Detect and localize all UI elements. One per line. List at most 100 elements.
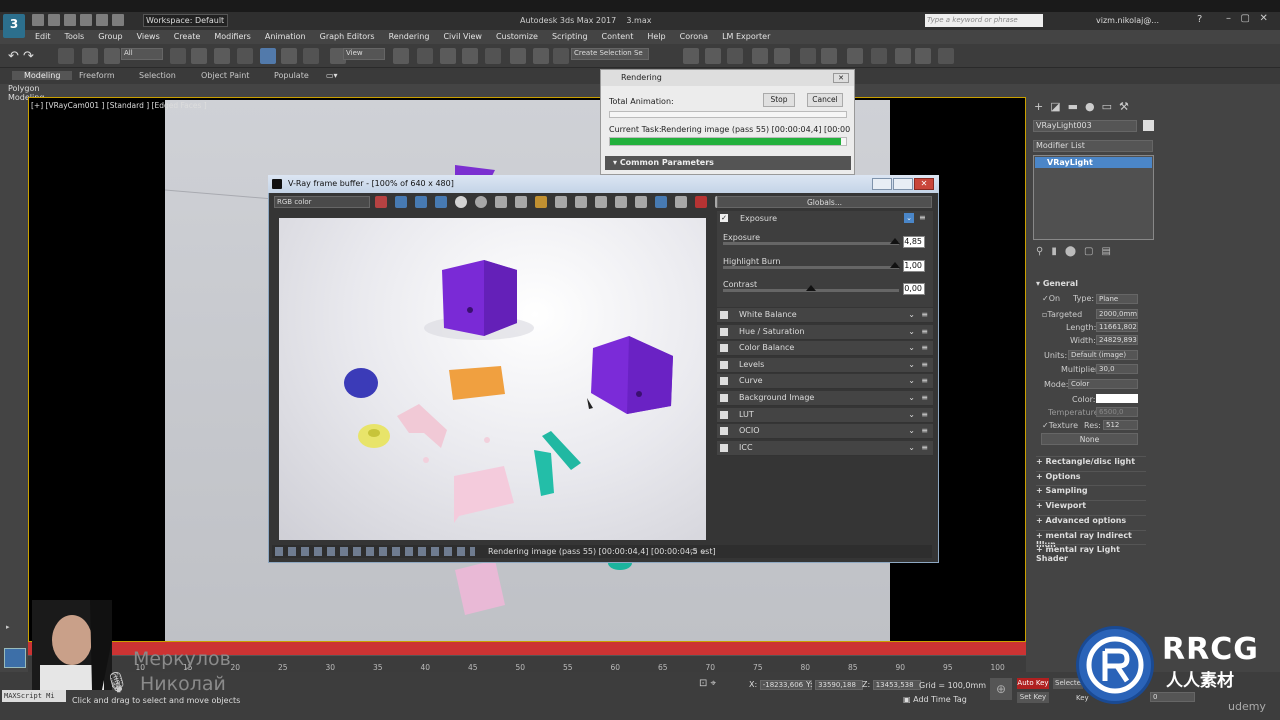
rollout-sampling[interactable]: + Sampling — [1036, 485, 1146, 495]
close-icon[interactable]: ✕ — [833, 73, 849, 83]
temperature-field[interactable]: 6500,0 — [1096, 407, 1138, 417]
exposure-row-slider[interactable] — [723, 242, 899, 245]
type-select[interactable]: Plane — [1096, 294, 1138, 304]
project-icon[interactable] — [112, 14, 124, 26]
toolbar-icon-27[interactable] — [871, 48, 887, 64]
correction-levels[interactable]: Levels ⌄ ≡ — [717, 357, 933, 373]
lock-icon[interactable]: ⊡ ⌖ — [699, 678, 716, 689]
vfb-tool-icon-5[interactable] — [475, 196, 487, 208]
menu-icon[interactable]: ≡ — [921, 310, 928, 319]
undo-icon[interactable]: ↶ ↷ — [8, 49, 34, 64]
menu-item-corona[interactable]: Corona — [673, 30, 715, 44]
globals-button[interactable]: Globals... — [717, 196, 932, 208]
ribbon-tab-freeform[interactable]: Freeform — [79, 71, 115, 80]
menu-icon[interactable]: ≡ — [921, 327, 928, 336]
toolbar-icon-19[interactable] — [683, 48, 699, 64]
toolbar-icon-8[interactable] — [281, 48, 297, 64]
menu-item-animation[interactable]: Animation — [258, 30, 313, 44]
toolbar-icon-7[interactable] — [260, 48, 276, 64]
common-parameters-rollout[interactable]: ▾ Common Parameters — [605, 156, 851, 170]
expand-icon[interactable]: ⌄ — [908, 410, 915, 419]
toolbar-icon-11[interactable] — [393, 48, 409, 64]
auto-key-button[interactable]: Auto Key — [1017, 678, 1049, 689]
vfb-tool-icon-9[interactable] — [555, 196, 567, 208]
correction-curve[interactable]: Curve ⌄ ≡ — [717, 374, 933, 390]
toolbar-icon-21[interactable] — [727, 48, 743, 64]
menu-item-group[interactable]: Group — [91, 30, 129, 44]
modifier-list[interactable]: Modifier List — [1033, 140, 1153, 152]
menu-icon[interactable]: ≡ — [921, 343, 928, 352]
vfb-status-icons[interactable] — [275, 547, 475, 556]
menu-item-edit[interactable]: Edit — [28, 30, 58, 44]
menu-icon[interactable]: ≡ — [921, 410, 928, 419]
rollout-mental-ray-light-shader[interactable]: + mental ray Light Shader — [1036, 544, 1146, 563]
menu-icon[interactable]: ≡ — [921, 376, 928, 385]
toolbar-icon-1[interactable] — [82, 48, 98, 64]
vfb-tool-icon-15[interactable] — [675, 196, 687, 208]
toolbar-icon-30[interactable] — [938, 48, 954, 64]
toolbar-icon-16[interactable] — [510, 48, 526, 64]
menu-icon[interactable]: ≡ — [921, 426, 928, 435]
correction-checkbox[interactable] — [720, 394, 728, 402]
light-color-swatch[interactable] — [1096, 394, 1138, 403]
stack-tools[interactable]: ⚲▮⬤▢▤ — [1036, 246, 1119, 257]
open-icon[interactable] — [48, 14, 60, 26]
menu-item-create[interactable]: Create — [167, 30, 208, 44]
vfb-tool-icon-12[interactable] — [615, 196, 627, 208]
object-name-field[interactable]: VRayLight003 — [1033, 120, 1137, 132]
toolbar-icon-29[interactable] — [915, 48, 931, 64]
menu-item-help[interactable]: Help — [640, 30, 672, 44]
menu-item-scripting[interactable]: Scripting — [545, 30, 595, 44]
modifier-stack-item[interactable]: VRayLight — [1035, 157, 1152, 168]
rollout-options[interactable]: + Options — [1036, 470, 1146, 481]
toolbar-icon-4[interactable] — [191, 48, 207, 64]
toolbar-icon-6[interactable] — [237, 48, 253, 64]
viewport-label[interactable]: [+] [VRayCam001 ] [Standard ] [Edged Fac… — [31, 101, 207, 110]
menu-item-modifiers[interactable]: Modifiers — [207, 30, 258, 44]
close-icon[interactable]: ✕ — [914, 178, 934, 190]
user-account[interactable]: vizm.nikolaj@... — [1096, 16, 1159, 25]
toolbar-icon-5[interactable] — [214, 48, 230, 64]
expand-icon[interactable]: ▸ — [6, 623, 10, 631]
set-key-icon[interactable]: ⊕ — [990, 678, 1012, 700]
channel-select[interactable]: RGB color — [274, 196, 370, 208]
exposure-row-value[interactable]: 4,85 — [903, 236, 925, 248]
menu-icon[interactable]: ≡ — [921, 360, 928, 369]
reference-coordinate-select[interactable]: View — [343, 48, 385, 60]
cancel-button[interactable]: Cancel — [807, 93, 843, 107]
command-panel-tabs[interactable]: +◪▬●▭⚒ — [1034, 100, 1136, 113]
menu-item-lm-exporter[interactable]: LM Exporter — [715, 30, 777, 44]
stop-button[interactable]: Stop — [763, 93, 795, 107]
correction-lut[interactable]: LUT ⌄ ≡ — [717, 407, 933, 423]
expand-icon[interactable]: ⌄ — [908, 343, 915, 352]
res-field[interactable]: 512 — [1103, 420, 1138, 430]
viewport-layout-icon[interactable] — [4, 648, 26, 668]
rollout-viewport[interactable]: + Viewport — [1036, 500, 1146, 510]
on-checkbox[interactable]: ✓On — [1042, 294, 1060, 303]
correction-ocio[interactable]: OCIO ⌄ ≡ — [717, 424, 933, 440]
menu-icon[interactable]: ≡ — [919, 213, 926, 222]
expand-icon[interactable]: ⌄ — [908, 426, 915, 435]
menu-item-views[interactable]: Views — [130, 30, 167, 44]
vfb-tool-icon-14[interactable] — [655, 196, 667, 208]
toolbar-icon-22[interactable] — [752, 48, 768, 64]
collapse-icon[interactable]: ⌄ — [904, 213, 914, 223]
toolbar-icon-23[interactable] — [774, 48, 790, 64]
toolbar-icon-12[interactable] — [417, 48, 433, 64]
save-icon[interactable] — [64, 14, 76, 26]
vfb-tool-icon-1[interactable] — [395, 196, 407, 208]
toolbar-icon-9[interactable] — [303, 48, 319, 64]
rollout-advanced-options[interactable]: + Advanced options — [1036, 514, 1146, 525]
toolbar-icon-0[interactable] — [58, 48, 74, 64]
object-color-swatch[interactable] — [1143, 120, 1154, 131]
toolbar-icon-28[interactable] — [895, 48, 911, 64]
workspace-select[interactable]: Workspace: Default — [143, 14, 228, 27]
ribbon-tab-modeling[interactable]: Modeling — [12, 71, 73, 80]
render-image[interactable] — [279, 218, 706, 540]
ribbon-tab-populate[interactable]: Populate — [274, 71, 309, 80]
toolbar-icon-26[interactable] — [847, 48, 863, 64]
toolbar-icon-13[interactable] — [440, 48, 456, 64]
correction-hue-saturation[interactable]: Hue / Saturation ⌄ ≡ — [717, 324, 933, 340]
undo-icon[interactable] — [80, 14, 92, 26]
vfb-tool-icon-2[interactable] — [415, 196, 427, 208]
